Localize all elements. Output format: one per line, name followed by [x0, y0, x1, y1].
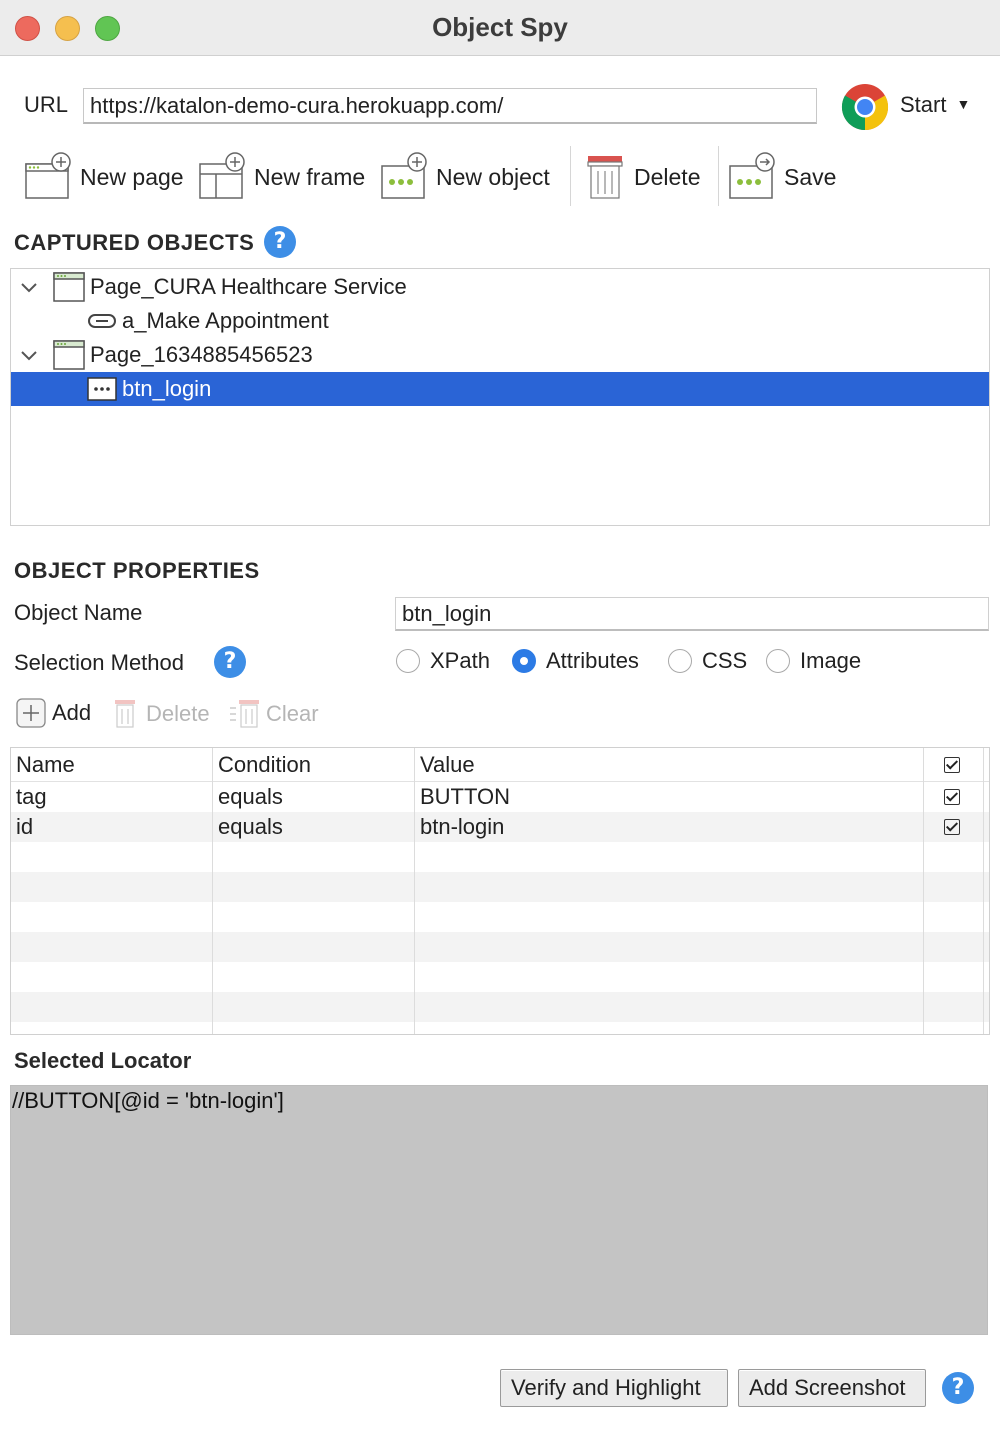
- save-button[interactable]: Save: [728, 150, 836, 204]
- row-checkbox[interactable]: [944, 819, 960, 835]
- url-label: URL: [24, 92, 69, 117]
- tree-item-label: btn_login: [122, 376, 212, 401]
- radio-label: Attributes: [546, 648, 639, 673]
- column-header-value[interactable]: Value: [415, 748, 475, 782]
- delete-label: Delete: [634, 163, 701, 190]
- column-divider: [983, 748, 984, 1034]
- radio-label: CSS: [702, 648, 748, 673]
- selected-locator-textarea[interactable]: //BUTTON[@id = 'btn-login']: [10, 1085, 988, 1335]
- clear-icon: [230, 700, 259, 728]
- cell-value[interactable]: btn-login: [415, 812, 504, 842]
- cell-condition[interactable]: equals: [213, 782, 283, 812]
- radio-label: XPath: [430, 648, 490, 673]
- captured-objects-tree[interactable]: Page_CURA Healthcare Service a_Make Appo…: [10, 268, 990, 526]
- add-attribute-button[interactable]: Add: [16, 698, 91, 728]
- new-page-button[interactable]: New page: [24, 150, 184, 204]
- clear-label: Clear: [266, 701, 319, 726]
- radio-circle[interactable]: [396, 649, 420, 673]
- window-title: Object Spy: [432, 12, 568, 42]
- page-icon: [53, 272, 85, 302]
- new-page-icon: [25, 152, 71, 199]
- selection-method-help-icon[interactable]: ?: [214, 646, 246, 678]
- tree-item-link[interactable]: a_Make Appointment: [11, 304, 989, 338]
- object-name-input[interactable]: [395, 597, 989, 631]
- table-row[interactable]: id equals btn-login: [11, 812, 989, 842]
- button-icon: [87, 377, 117, 401]
- radio-image[interactable]: Image: [766, 648, 861, 674]
- toolbar-separator: [570, 146, 571, 206]
- selected-locator-heading: Selected Locator: [14, 1048, 192, 1073]
- title-bar: Object Spy: [0, 0, 1000, 56]
- tree-item-button-selected[interactable]: btn_login: [11, 372, 989, 406]
- trash-icon: [587, 156, 623, 199]
- row-checkbox[interactable]: [944, 789, 960, 805]
- tree-item-page[interactable]: Page_1634885456523: [11, 338, 989, 372]
- table-header: Name Condition Value: [11, 748, 989, 782]
- verify-and-highlight-button[interactable]: Verify and Highlight: [500, 1369, 728, 1407]
- captured-objects-heading: CAPTURED OBJECTS: [14, 230, 255, 255]
- url-input[interactable]: [83, 88, 817, 124]
- tree-item-label: a_Make Appointment: [122, 308, 329, 333]
- table-row-empty: [11, 962, 989, 992]
- clear-attributes-button[interactable]: Clear: [228, 698, 319, 730]
- tree-item-label: Page_1634885456523: [90, 342, 313, 367]
- delete-label: Delete: [146, 701, 210, 726]
- radio-circle[interactable]: [668, 649, 692, 673]
- chrome-icon[interactable]: [840, 82, 890, 132]
- cell-name[interactable]: tag: [11, 782, 47, 812]
- attributes-table: Name Condition Value tag equals BUTTON i…: [10, 747, 990, 1035]
- cell-value[interactable]: BUTTON: [415, 782, 510, 812]
- radio-circle[interactable]: [766, 649, 790, 673]
- toolbar-separator: [718, 146, 719, 206]
- new-object-button[interactable]: New object: [380, 150, 550, 204]
- add-label: Add: [52, 700, 92, 725]
- delete-attribute-button[interactable]: Delete: [112, 698, 210, 730]
- captured-objects-help-icon[interactable]: ?: [264, 226, 296, 258]
- selection-method-label: Selection Method: [14, 650, 184, 675]
- new-object-icon: [381, 152, 427, 199]
- object-name-label: Object Name: [14, 600, 143, 625]
- chevron-down-icon[interactable]: [19, 345, 39, 365]
- radio-attributes[interactable]: Attributes: [512, 648, 639, 674]
- page-icon: [53, 340, 85, 370]
- column-header-name[interactable]: Name: [11, 748, 75, 782]
- new-frame-icon: [199, 152, 245, 199]
- table-row[interactable]: tag equals BUTTON: [11, 782, 989, 812]
- radio-xpath[interactable]: XPath: [396, 648, 490, 674]
- new-frame-label: New frame: [254, 163, 366, 190]
- new-object-label: New object: [436, 163, 550, 190]
- cell-name[interactable]: id: [11, 812, 33, 842]
- cell-condition[interactable]: equals: [213, 812, 283, 842]
- column-header-condition[interactable]: Condition: [213, 748, 311, 782]
- radio-label: Image: [800, 648, 862, 673]
- column-divider: [414, 748, 415, 1034]
- column-divider: [212, 748, 213, 1034]
- tree-item-label: Page_CURA Healthcare Service: [90, 274, 407, 299]
- save-object-icon: [729, 152, 775, 199]
- table-row-empty: [11, 842, 989, 872]
- new-frame-button[interactable]: New frame: [198, 150, 365, 204]
- dropdown-caret-icon: ▼: [956, 96, 971, 112]
- chevron-down-icon[interactable]: [19, 277, 39, 297]
- table-row-empty: [11, 992, 989, 1022]
- table-row-empty: [11, 872, 989, 902]
- tree-item-page[interactable]: Page_CURA Healthcare Service: [11, 270, 989, 304]
- trash-icon: [115, 700, 135, 728]
- select-all-checkbox[interactable]: [944, 757, 960, 773]
- new-page-label: New page: [80, 163, 184, 190]
- radio-css[interactable]: CSS: [668, 648, 747, 674]
- add-screenshot-button[interactable]: Add Screenshot: [738, 1369, 926, 1407]
- table-row-empty: [11, 932, 989, 962]
- column-divider: [923, 748, 924, 1034]
- help-icon[interactable]: ?: [942, 1372, 974, 1404]
- radio-circle-selected[interactable]: [512, 649, 536, 673]
- object-properties-heading: OBJECT PROPERTIES: [14, 558, 260, 583]
- delete-button[interactable]: Delete: [584, 150, 700, 204]
- start-label: Start: [900, 92, 947, 117]
- plus-icon: [16, 698, 46, 728]
- save-label: Save: [784, 163, 837, 190]
- start-button[interactable]: Start ▼: [900, 92, 970, 118]
- link-icon: [88, 314, 116, 328]
- table-row-empty: [11, 902, 989, 932]
